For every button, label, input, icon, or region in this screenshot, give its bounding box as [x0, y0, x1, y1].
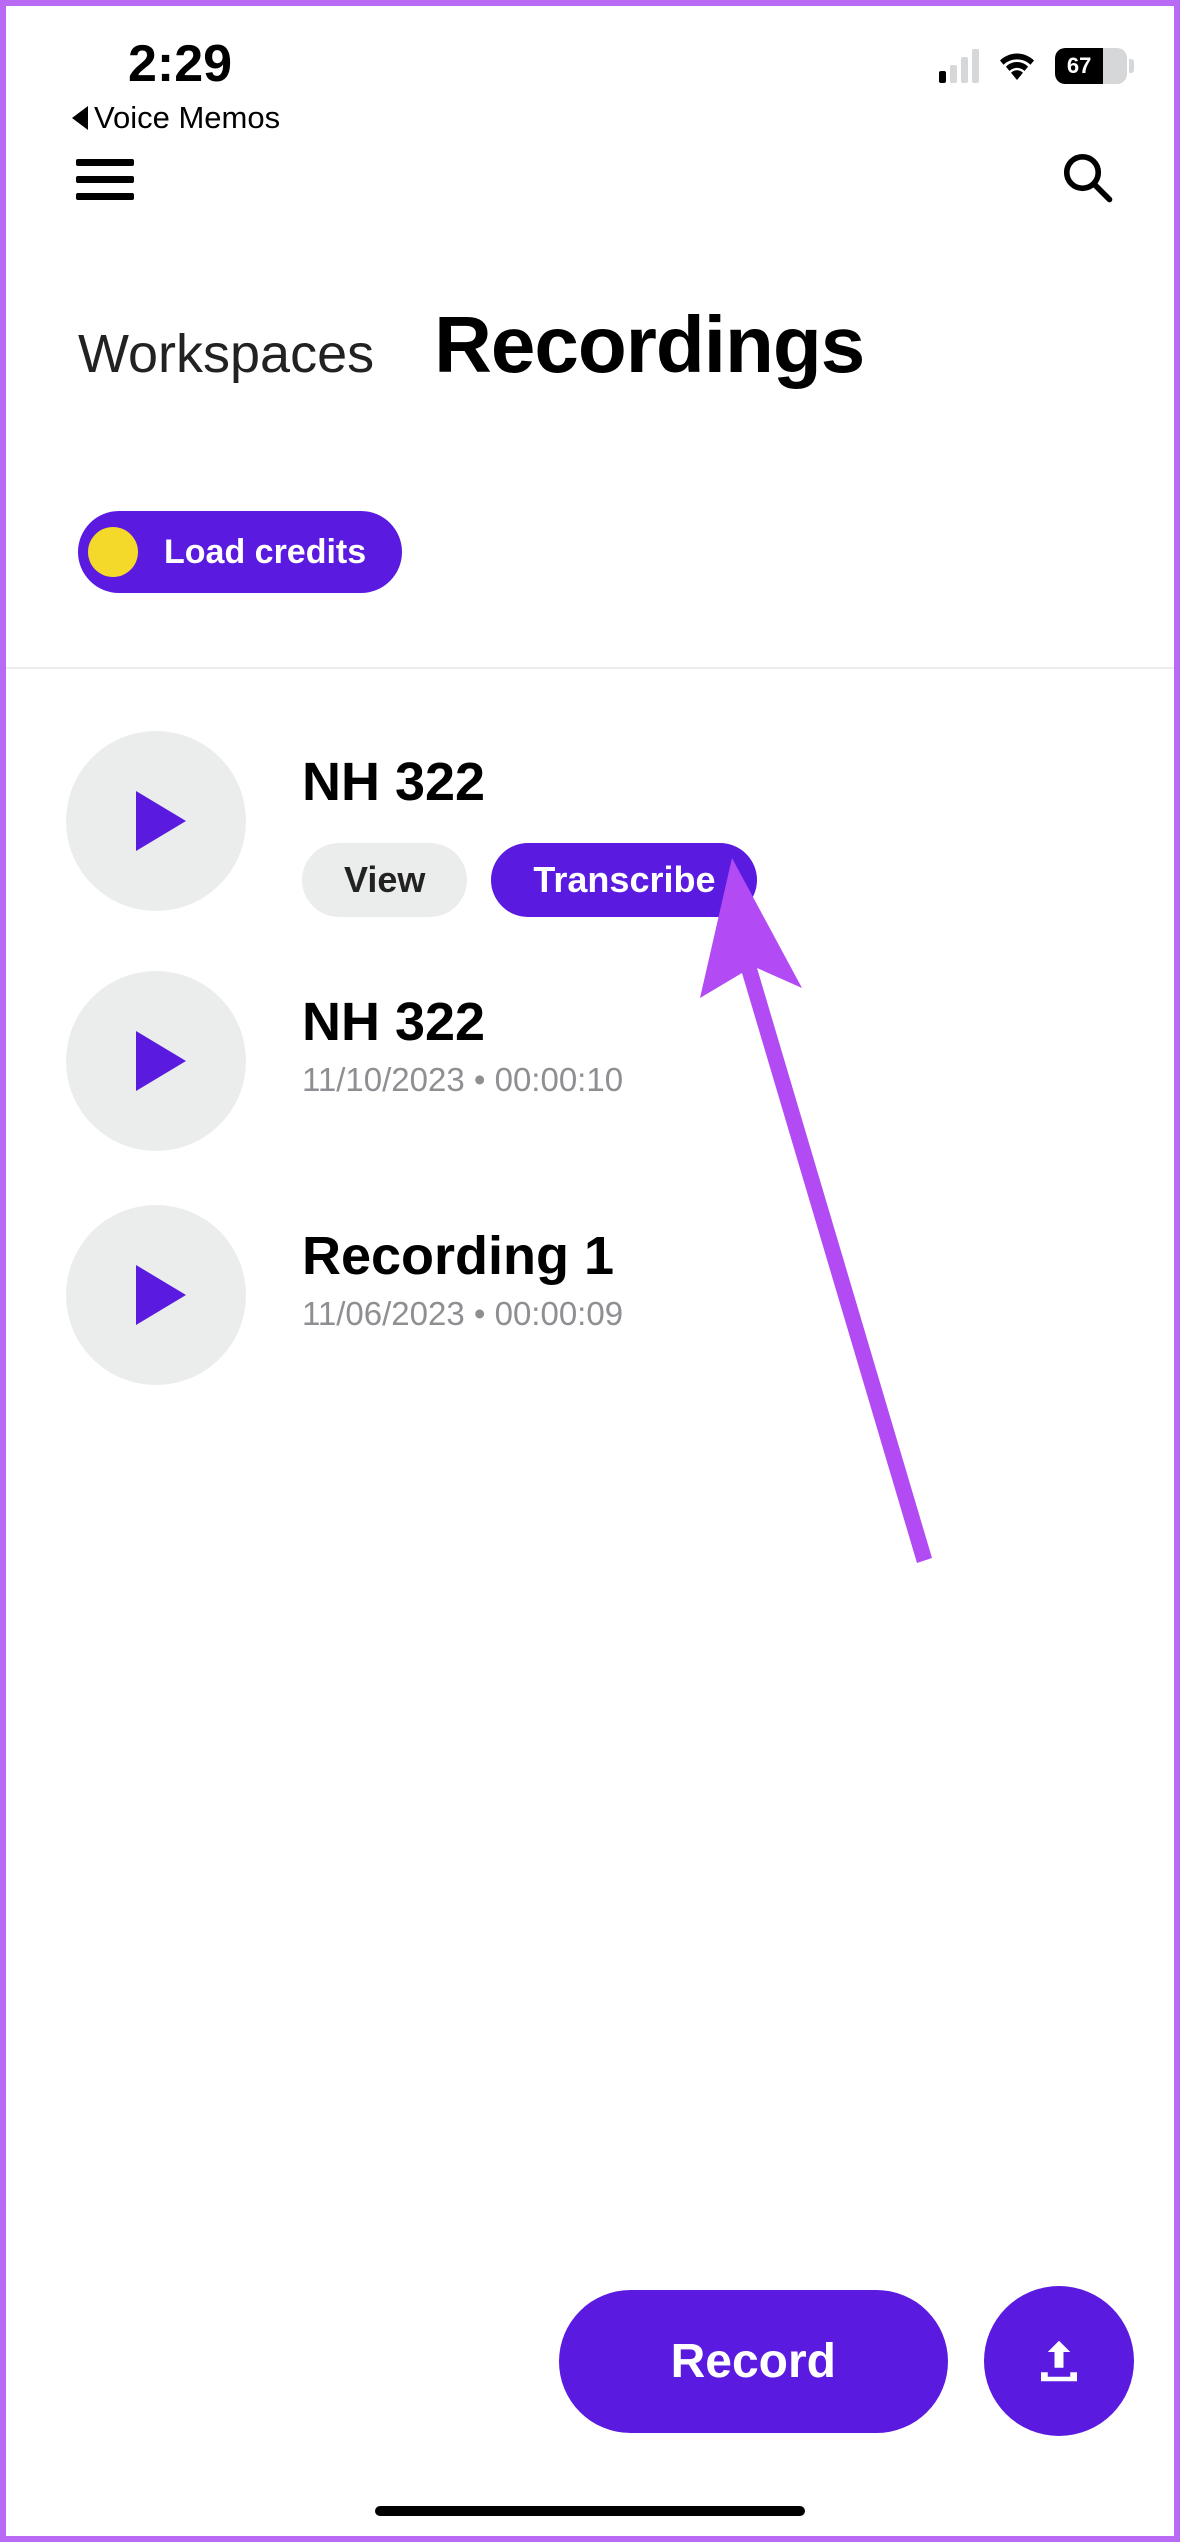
workspaces-link[interactable]: Workspaces — [78, 323, 374, 385]
credits-coin-icon — [88, 527, 138, 577]
recording-item[interactable]: NH 322 11/10/2023 • 00:00:10 — [66, 953, 1114, 1187]
load-credits-label: Load credits — [164, 533, 366, 572]
menu-button[interactable] — [76, 159, 134, 200]
status-time: 2:29 — [128, 34, 232, 94]
app-bar — [6, 146, 1174, 209]
recording-meta: 11/10/2023 • 00:00:10 — [302, 1061, 1114, 1099]
play-icon — [136, 1265, 186, 1325]
recording-name: NH 322 — [302, 991, 1114, 1053]
hamburger-icon — [76, 159, 134, 166]
play-button[interactable] — [66, 1205, 246, 1385]
back-to-app[interactable]: Voice Memos — [72, 100, 280, 136]
back-label: Voice Memos — [94, 100, 280, 136]
recording-name: NH 322 — [302, 751, 1114, 813]
play-icon — [136, 791, 186, 851]
recordings-list: NH 322 View Transcribe NH 322 11/10/2023… — [6, 669, 1174, 1421]
recording-item[interactable]: Recording 1 11/06/2023 • 00:00:09 — [66, 1187, 1114, 1421]
recording-name: Recording 1 — [302, 1225, 1114, 1287]
upload-button[interactable] — [984, 2286, 1134, 2436]
bottom-actions: Record — [559, 2286, 1134, 2436]
status-bar: 2:29 Voice Memos 67 — [6, 6, 1174, 146]
battery-icon: 67 — [1055, 48, 1134, 84]
wifi-icon — [995, 46, 1039, 85]
home-indicator[interactable] — [375, 2506, 805, 2516]
play-button[interactable] — [66, 971, 246, 1151]
cell-signal-icon — [939, 49, 979, 83]
view-button[interactable]: View — [302, 843, 467, 917]
play-button[interactable] — [66, 731, 246, 911]
upload-icon — [1032, 2334, 1086, 2388]
back-triangle-icon — [72, 106, 88, 130]
page-title: Recordings — [434, 299, 864, 391]
search-button[interactable] — [1060, 150, 1114, 209]
search-icon — [1060, 150, 1114, 204]
recording-meta: 11/06/2023 • 00:00:09 — [302, 1295, 1114, 1333]
play-icon — [136, 1031, 186, 1091]
page-titles: Workspaces Recordings — [6, 209, 1174, 391]
transcribe-button[interactable]: Transcribe — [491, 843, 757, 917]
record-button[interactable]: Record — [559, 2290, 948, 2433]
load-credits-button[interactable]: Load credits — [78, 511, 402, 593]
battery-level: 67 — [1067, 53, 1091, 79]
recording-item[interactable]: NH 322 View Transcribe — [66, 713, 1114, 953]
